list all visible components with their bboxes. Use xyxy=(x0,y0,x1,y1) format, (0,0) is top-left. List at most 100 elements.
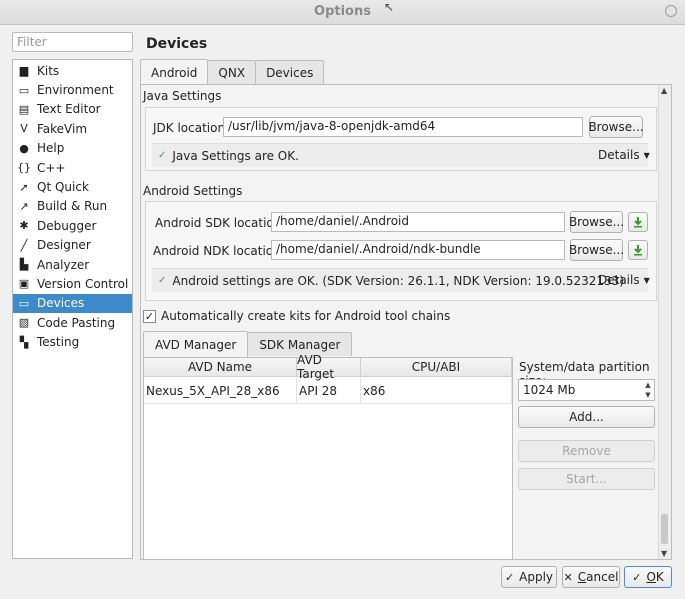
auto-create-kits-checkbox[interactable]: ✓ xyxy=(143,310,156,323)
sdk-location-field[interactable]: /home/daniel/.Android xyxy=(271,212,565,232)
sidebar-item-kits[interactable]: ▆ Kits xyxy=(13,61,132,80)
sidebar-item-label: Kits xyxy=(37,63,60,78)
scroll-up-arrow-icon[interactable]: ▲ xyxy=(661,86,667,95)
android-settings-heading: Android Settings xyxy=(143,184,243,198)
sidebar-item-designer[interactable]: ╱ Designer xyxy=(13,236,132,255)
jdk-location-field[interactable]: /usr/lib/jvm/java-8-openjdk-amd64 xyxy=(223,117,583,137)
jdk-browse-button[interactable]: Browse... xyxy=(588,116,644,138)
tab-avd-manager[interactable]: AVD Manager xyxy=(143,331,249,357)
apply-button[interactable]: ✓ Apply xyxy=(501,566,557,588)
sidebar-item-build-run[interactable]: ↗ Build & Run xyxy=(13,197,132,216)
analyzer-icon: ▙ xyxy=(19,258,29,272)
cancel-button[interactable]: ✕ Cancel xyxy=(562,566,620,588)
scroll-down-arrow-icon[interactable]: ▼ xyxy=(661,549,667,558)
sidebar-item-label: Analyzer xyxy=(37,257,90,272)
java-settings-heading: Java Settings xyxy=(143,89,222,103)
start-avd-button[interactable]: Start... xyxy=(518,468,655,490)
sidebar-item-label: Version Control xyxy=(37,276,129,291)
text-editor-icon: ▤ xyxy=(18,102,30,116)
sidebar-item-label: Debugger xyxy=(37,218,97,233)
sidebar-item-fakevim[interactable]: V FakeVim xyxy=(13,119,132,138)
sidebar-item-debugger[interactable]: ✱ Debugger xyxy=(13,216,132,235)
sidebar-item-testing[interactable]: ▚ Testing xyxy=(13,332,132,351)
remove-avd-button[interactable]: Remove xyxy=(518,440,655,462)
category-list: ▆ Kits ▭ Environment ▤ Text Editor V FakeVim ● He… xyxy=(12,59,133,559)
tab-devices[interactable]: Devices xyxy=(255,60,325,84)
auto-create-kits-label: Automatically create kits for Android to… xyxy=(161,309,451,323)
title-bar: Options ↖ xyxy=(0,0,685,25)
tab-qnx[interactable]: QNX xyxy=(207,60,257,84)
download-icon xyxy=(634,245,642,256)
ndk-browse-button[interactable]: Browse... xyxy=(569,239,624,261)
build-run-icon: ↗ xyxy=(19,199,29,213)
column-header-cpu-abi[interactable]: CPU/ABI xyxy=(361,358,512,377)
java-settings-group: JDK location: /usr/lib/jvm/java-8-openjd… xyxy=(145,107,657,171)
device-tabs: Android QNX Devices xyxy=(140,59,325,85)
sdk-browse-button[interactable]: Browse... xyxy=(569,211,624,233)
ok-button[interactable]: ✓ OK xyxy=(624,566,672,588)
designer-pen-icon: ╱ xyxy=(20,238,28,252)
table-cell-avd-name[interactable]: Nexus_5X_API_28_x86 xyxy=(144,378,297,404)
ok-check-icon: ✓ xyxy=(632,570,642,584)
sidebar-item-devices[interactable]: ▭ Devices xyxy=(13,293,132,314)
devices-icon: ▭ xyxy=(18,296,30,310)
ndk-download-button[interactable] xyxy=(628,240,648,260)
apply-check-icon: ✓ xyxy=(504,570,515,584)
debugger-bug-icon: ✱ xyxy=(19,219,29,233)
sidebar-item-text-editor[interactable]: ▤ Text Editor xyxy=(13,100,132,119)
sdk-location-label: Android SDK location: xyxy=(155,216,286,230)
tab-android[interactable]: Android xyxy=(140,59,209,85)
kits-icon: ▆ xyxy=(19,64,29,78)
table-cell-avd-target[interactable]: API 28 xyxy=(297,378,361,404)
java-status-text: Java Settings are OK. xyxy=(172,148,299,163)
sidebar-item-label: Code Pasting xyxy=(37,315,116,330)
sidebar-item-label: Text Editor xyxy=(37,102,101,117)
add-avd-button[interactable]: Add... xyxy=(518,406,655,428)
java-status-bar: ✓ Java Settings are OK. xyxy=(152,143,648,167)
version-control-icon: ▣ xyxy=(18,277,30,291)
partition-size-spinbox[interactable]: 1024 Mb ▲ ▼ xyxy=(518,379,655,401)
android-details-button[interactable]: Details ▼ xyxy=(598,268,650,292)
android-settings-panel: ▲ ▼ Java Settings JDK location: /usr/lib… xyxy=(140,84,672,560)
sidebar-item-qt-quick[interactable]: ➚ Qt Quick xyxy=(13,177,132,196)
cancel-x-icon: ✕ xyxy=(563,570,573,584)
sidebar-item-analyzer[interactable]: ▙ Analyzer xyxy=(13,255,132,274)
sdk-download-button[interactable] xyxy=(628,212,648,232)
column-header-avd-target[interactable]: AVD Target xyxy=(297,353,361,381)
download-icon xyxy=(634,217,642,228)
scrollbar-thumb[interactable] xyxy=(661,514,668,544)
sidebar-item-environment[interactable]: ▭ Environment xyxy=(13,80,132,99)
apply-label: Apply xyxy=(519,570,554,584)
sidebar-item-help[interactable]: ● Help xyxy=(13,139,132,158)
ndk-location-field[interactable]: /home/daniel/.Android/ndk-bundle xyxy=(271,240,565,260)
help-icon: ● xyxy=(19,141,29,155)
filter-input[interactable] xyxy=(12,32,133,52)
sidebar-item-c[interactable]: {} C++ xyxy=(13,158,132,177)
cpp-braces-icon: {} xyxy=(17,161,31,175)
jdk-location-label: JDK location: xyxy=(153,121,230,135)
sidebar-item-version-control[interactable]: ▣ Version Control xyxy=(13,274,132,293)
dropdown-arrow-icon: ▼ xyxy=(643,150,650,160)
ok-check-icon: ✓ xyxy=(158,150,167,161)
close-window-button[interactable] xyxy=(665,5,677,17)
sidebar-item-code-pasting[interactable]: ▧ Code Pasting xyxy=(13,313,132,332)
android-details-label: Details xyxy=(598,273,640,287)
spinbox-arrows-icon[interactable]: ▲ ▼ xyxy=(643,381,653,399)
sidebar-item-label: Help xyxy=(37,141,65,156)
android-status-text: Android settings are OK. (SDK Version: 2… xyxy=(172,273,624,288)
cancel-label: Cancel xyxy=(578,570,619,584)
testing-icon: ▚ xyxy=(19,335,29,349)
sidebar-item-label: FakeVim xyxy=(37,121,88,136)
java-details-label: Details xyxy=(598,148,640,162)
table-cell-cpu-abi[interactable]: x86 xyxy=(361,378,512,404)
code-pasting-icon: ▧ xyxy=(18,316,30,330)
ok-check-icon: ✓ xyxy=(158,275,167,286)
qt-quick-icon: ➚ xyxy=(19,180,29,194)
column-header-avd-name[interactable]: AVD Name xyxy=(144,358,297,377)
fakevim-icon: V xyxy=(20,122,28,136)
dropdown-arrow-icon: ▼ xyxy=(643,275,650,285)
sidebar-item-label: Qt Quick xyxy=(37,180,89,195)
panel-scrollbar[interactable]: ▲ ▼ xyxy=(658,85,671,559)
java-details-button[interactable]: Details ▼ xyxy=(598,143,650,167)
android-status-bar: ✓ Android settings are OK. (SDK Version:… xyxy=(152,268,648,292)
